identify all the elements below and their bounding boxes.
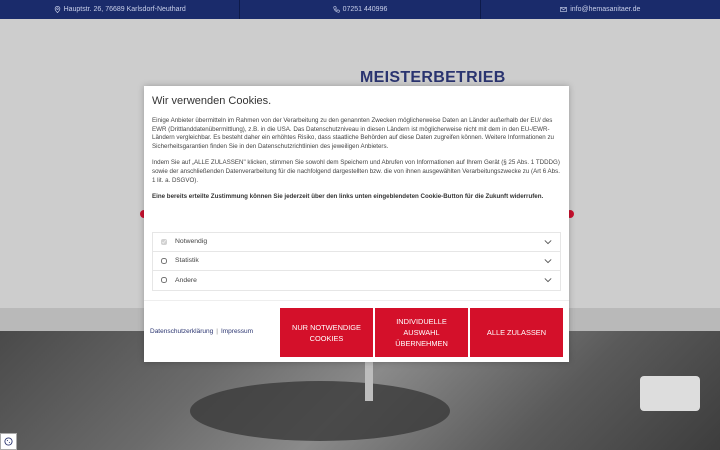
category-label-necessary: Notwendig	[175, 238, 208, 246]
top-contact-bar: Hauptstr. 26, 76689 Karlsdorf-Neuthard 0…	[0, 0, 720, 19]
category-statistics[interactable]: Statistik	[152, 251, 561, 271]
info-paragraph-consent: Indem Sie auf „ALLE ZULASSEN" klicken, s…	[152, 159, 560, 184]
chevron-down-icon[interactable]	[544, 277, 552, 283]
sink-shape	[190, 381, 450, 441]
dialog-body: Einige Anbieter übermitteln im Rahmen vo…	[152, 117, 562, 209]
privacy-policy-link[interactable]: Datenschutzerklärung	[150, 328, 213, 335]
imprint-link[interactable]: Impressum	[221, 328, 253, 335]
category-necessary[interactable]: Notwendig	[152, 232, 561, 252]
checkbox-necessary	[161, 238, 167, 245]
footer-links: Datenschutzerklärung | Impressum	[150, 328, 253, 335]
address-cell[interactable]: Hauptstr. 26, 76689 Karlsdorf-Neuthard	[0, 0, 241, 19]
phone-text: 07251 440996	[342, 6, 388, 13]
map-pin-icon	[54, 6, 60, 13]
cookie-category-list: Notwendig Statistik Andere	[152, 232, 561, 291]
category-label-statistics: Statistik	[175, 257, 199, 265]
chevron-down-icon[interactable]	[544, 239, 552, 245]
category-label-other: Andere	[175, 276, 197, 284]
email-text: info@hemasanitaer.de	[570, 6, 641, 13]
dialog-title: Wir verwenden Cookies.	[152, 95, 272, 107]
checkbox-other[interactable]	[161, 277, 167, 284]
chevron-down-icon[interactable]	[544, 258, 552, 264]
info-paragraph-revoke: Eine bereits erteilte Zustimmung können …	[152, 192, 544, 200]
accept-selection-button[interactable]: INDIVIDUELLE AUSWAHL ÜBERNEHMEN	[375, 308, 468, 357]
necessary-cookies-button[interactable]: NUR NOTWENDIGE COOKIES	[280, 308, 373, 357]
link-separator: |	[216, 328, 218, 335]
cookie-consent-dialog: Wir verwenden Cookies. Einige Anbieter ü…	[144, 86, 569, 362]
info-paragraph-transfer: Einige Anbieter übermitteln im Rahmen vo…	[152, 117, 554, 151]
checkbox-statistics[interactable]	[161, 257, 167, 264]
envelope-icon	[560, 7, 567, 12]
address-text: Hauptstr. 26, 76689 Karlsdorf-Neuthard	[63, 6, 186, 13]
dialog-footer: Datenschutzerklärung | Impressum NUR NOTWE…	[144, 300, 569, 362]
cookie-icon	[4, 437, 13, 446]
cookie-settings-button[interactable]	[0, 433, 17, 450]
bowl-shape	[640, 376, 700, 411]
phone-cell[interactable]: 07251 440996	[240, 0, 481, 19]
accept-all-button[interactable]: ALLE ZULASSEN	[470, 308, 563, 357]
company-logo-text: MEISTERBETRIEB	[360, 69, 506, 86]
phone-icon	[332, 6, 340, 13]
category-other[interactable]: Andere	[152, 271, 561, 291]
email-cell[interactable]: info@hemasanitaer.de	[481, 0, 720, 19]
